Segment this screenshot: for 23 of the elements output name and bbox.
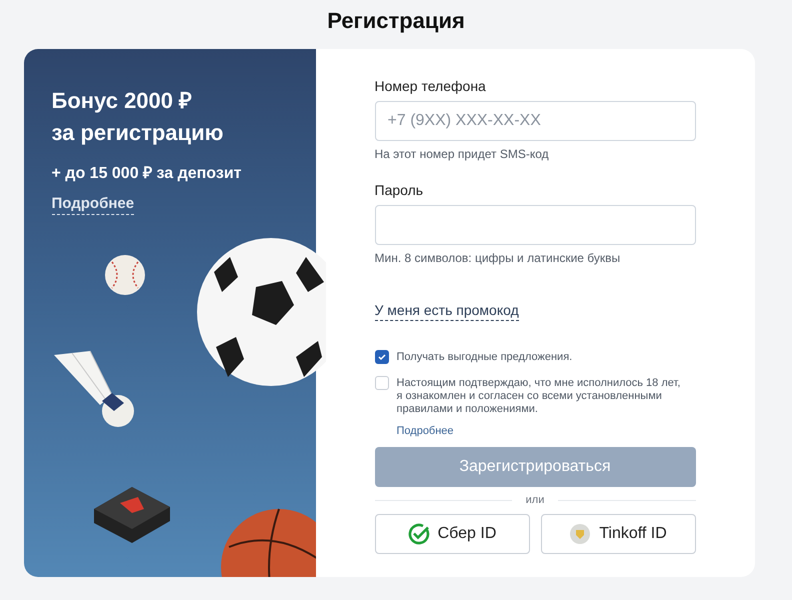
details-link[interactable]: Подробнее — [52, 195, 134, 215]
checkbox-label: Настоящим подтверждаю, что мне исполнилось 18 лет, я ознакомлен и согласен со всеми установленными правилами и положениями. — [396, 377, 682, 416]
baseball-drawing — [104, 254, 146, 296]
emblem-icon — [569, 523, 592, 545]
checkbox-label: Получать выгодные предложения. — [396, 351, 574, 364]
page-title: Регистрация — [326, 7, 466, 35]
id-login-button[interactable]: Сбер ID — [374, 514, 530, 554]
deposit-bonus-text: + до 15 000 ₽ за депозит — [52, 164, 242, 183]
checkmark-icon — [378, 353, 386, 361]
bonus-heading: Бонус 2000 ₽ — [52, 87, 192, 115]
check-circle-icon — [408, 523, 430, 545]
details-link[interactable]: Подробнее — [396, 425, 454, 437]
input-field[interactable]: +7 (9XX) XXX-XX-XX — [374, 101, 696, 141]
bonus-heading: за регистрацию — [52, 119, 224, 147]
field-hint: Мин. 8 символов: цифры и латинские буквы — [374, 251, 620, 265]
checkbox[interactable] — [374, 350, 388, 364]
field-label: Пароль — [374, 182, 424, 198]
field-label: Номер телефона — [374, 78, 486, 94]
field-hint: На этот номер придет SMS-код — [374, 147, 549, 161]
divider-label: или — [526, 494, 544, 506]
input-field[interactable] — [374, 205, 696, 245]
promo-code-link[interactable]: У меня есть промокод — [374, 302, 519, 321]
id-login-button[interactable]: Tinkoff ID — [540, 514, 696, 554]
